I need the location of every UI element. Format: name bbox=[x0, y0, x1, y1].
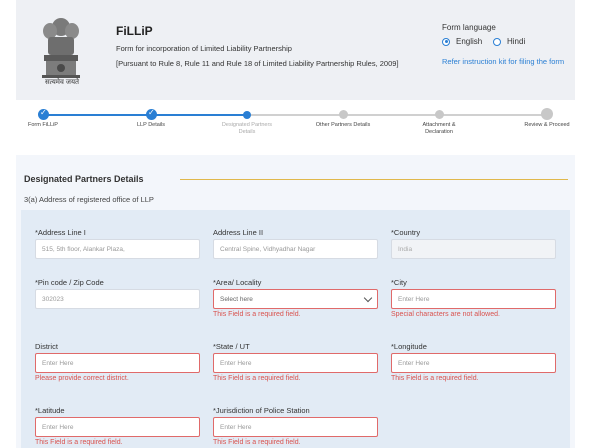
police-station-input[interactable]: Enter Here bbox=[213, 417, 378, 437]
app-title: FiLLiP bbox=[116, 24, 153, 38]
longitude-input[interactable]: Enter Here bbox=[391, 353, 556, 373]
latitude-error: This Field is a required field. bbox=[35, 439, 123, 446]
designated-partners-panel: Designated Partners Details 3(a) Address… bbox=[16, 155, 575, 448]
latitude-input[interactable]: Enter Here bbox=[35, 417, 200, 437]
section-title: Designated Partners Details bbox=[24, 174, 144, 184]
app-rule: [Pursuant to Rule 8, Rule 11 and Rule 18… bbox=[116, 59, 399, 68]
section-divider bbox=[180, 179, 568, 180]
step-dot-designated-partners[interactable] bbox=[243, 111, 251, 119]
lang-english-label: English bbox=[456, 37, 483, 46]
step-dot-review[interactable] bbox=[541, 108, 553, 120]
state-input[interactable]: Enter Here bbox=[213, 353, 378, 373]
form-language-heading: Form language bbox=[442, 23, 496, 32]
step-dot-attachment[interactable] bbox=[435, 110, 444, 119]
longitude-error: This Field is a required field. bbox=[391, 375, 479, 382]
pincode-input[interactable]: 302023 bbox=[35, 289, 200, 309]
state-label: *State / UT bbox=[213, 342, 250, 351]
address-form: *Address Line I 515, 5th floor, Alankar … bbox=[21, 210, 570, 448]
address-line-2-input[interactable]: Central Spine, Vidhyadhar Nagar bbox=[213, 239, 378, 259]
section-subtitle: 3(a) Address of registered office of LLP bbox=[24, 195, 154, 204]
address-line-1-label: *Address Line I bbox=[35, 228, 86, 237]
city-input[interactable]: Enter Here bbox=[391, 289, 556, 309]
area-locality-select[interactable]: Select here bbox=[213, 289, 378, 309]
area-locality-value: Select here bbox=[220, 296, 253, 303]
radio-hindi[interactable] bbox=[493, 37, 501, 46]
step-label-form-fillip[interactable]: Form FiLLiP bbox=[13, 122, 73, 129]
stepper-line-pending bbox=[247, 114, 547, 116]
lang-hindi-option[interactable]: Hindi bbox=[493, 37, 525, 46]
progress-stepper: Form FiLLiP LLP Details Designated Partn… bbox=[0, 100, 606, 156]
radio-english[interactable] bbox=[442, 37, 450, 46]
police-station-label: *Jurisdiction of Police Station bbox=[213, 406, 310, 415]
emblem-caption: सत्यमेव जयते bbox=[44, 79, 80, 86]
step-label-other-partners[interactable]: Other Partners Details bbox=[313, 122, 373, 129]
step-label-designated-partners[interactable]: Designated Partners Details bbox=[217, 122, 277, 137]
district-error: Please provide correct district. bbox=[35, 375, 129, 382]
form-header: सत्यमेव जयते FiLLiP Form for incorporati… bbox=[16, 0, 575, 100]
step-dot-form-fillip[interactable] bbox=[38, 108, 49, 120]
lang-hindi-label: Hindi bbox=[507, 37, 526, 46]
country-label: *Country bbox=[391, 228, 421, 237]
district-label: District bbox=[35, 342, 58, 351]
city-label: *City bbox=[391, 278, 407, 287]
address-line-2-label: Address Line II bbox=[213, 228, 264, 237]
chevron-down-icon bbox=[363, 293, 373, 303]
longitude-label: *Longitude bbox=[391, 342, 427, 351]
police-station-error: This Field is a required field. bbox=[213, 439, 301, 446]
step-dot-llp-details[interactable] bbox=[146, 108, 157, 120]
state-error: This Field is a required field. bbox=[213, 375, 301, 382]
lang-english-option[interactable]: English bbox=[442, 37, 482, 46]
area-locality-error: This Field is a required field. bbox=[213, 311, 301, 318]
latitude-label: *Latitude bbox=[35, 406, 65, 415]
step-label-llp-details[interactable]: LLP Details bbox=[121, 122, 181, 129]
step-label-attachment[interactable]: Attachment & Declaration bbox=[409, 122, 469, 137]
step-dot-other-partners[interactable] bbox=[339, 110, 348, 119]
area-locality-label: *Area/ Locality bbox=[213, 278, 262, 287]
instruction-kit-link[interactable]: Refer instruction kit for filing the for… bbox=[442, 57, 564, 66]
step-label-review[interactable]: Review & Proceed bbox=[517, 122, 577, 129]
pincode-label: *Pin code / Zip Code bbox=[35, 278, 104, 287]
address-line-1-input[interactable]: 515, 5th floor, Alankar Plaza, bbox=[35, 239, 200, 259]
country-input: India bbox=[391, 239, 556, 259]
app-subtitle: Form for incorporation of Limited Liabil… bbox=[116, 44, 292, 53]
district-input[interactable]: Enter Here bbox=[35, 353, 200, 373]
city-error: Special characters are not allowed. bbox=[391, 311, 500, 318]
